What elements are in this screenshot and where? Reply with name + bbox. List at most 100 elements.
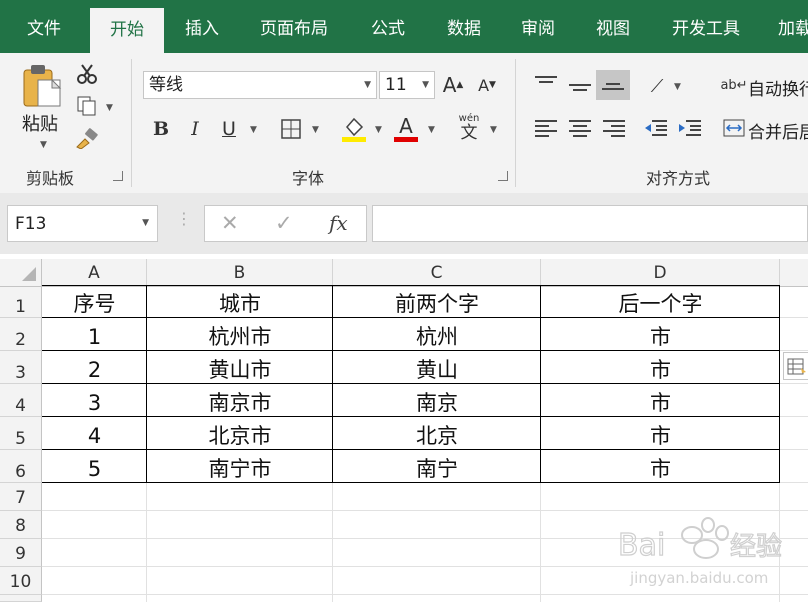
quick-analysis-icon (787, 358, 806, 375)
merge-center-icon[interactable] (722, 116, 746, 140)
group-separator (515, 59, 516, 187)
cell-d4[interactable]: 市 (541, 384, 780, 417)
clipboard-group-label: 剪贴板 (26, 169, 75, 188)
align-left-icon[interactable] (535, 117, 557, 140)
merge-center-label[interactable]: 合并后居 (748, 118, 808, 143)
cut-icon[interactable] (74, 61, 100, 87)
bottom-align-icon (602, 80, 624, 93)
wrap-text-label[interactable]: 自动换行 (748, 75, 808, 100)
align-right-icon[interactable] (603, 117, 625, 140)
font-color-icon[interactable]: A (392, 113, 420, 143)
font-launcher-icon[interactable] (498, 171, 508, 181)
cell-b1[interactable]: 城市 (147, 287, 333, 318)
font-size-combo[interactable]: 11 ▼ (379, 71, 435, 99)
borders-icon[interactable] (278, 115, 304, 143)
baidu-jingyan-watermark: Bai 经验 jingyan.baidu.com (617, 517, 783, 587)
name-box-dropdown-icon[interactable]: ▼ (142, 218, 149, 228)
paste-label[interactable]: 粘贴 (22, 110, 58, 136)
tab-view[interactable]: 视图 (583, 0, 643, 53)
formula-bar-area: F13 ▼ ⋮ ✕ ✓ fx (0, 193, 808, 254)
cell-d1[interactable]: 后一个字 (541, 287, 780, 318)
font-size-dropdown-icon[interactable]: ▼ (422, 72, 429, 98)
cancel-icon[interactable]: ✕ (221, 211, 239, 235)
formula-bar-grip-icon[interactable]: ⋮ (176, 209, 192, 228)
cell-d2[interactable]: 市 (541, 318, 780, 351)
group-separator (131, 59, 132, 187)
tab-insert[interactable]: 插入 (172, 0, 232, 53)
borders-dropdown-icon[interactable]: ▼ (312, 125, 319, 135)
name-box[interactable]: F13 ▼ (7, 205, 158, 242)
increase-indent-icon[interactable] (677, 115, 703, 141)
cell-b4[interactable]: 南京市 (147, 384, 333, 417)
ribbon: 粘贴 ▼ ▼ 剪贴板 等线 ▼ 11 ▼ A ▲ A ▼ B I U ▼ ▼ ▼ A… (0, 53, 808, 194)
tab-file[interactable]: 文件 (13, 0, 75, 53)
cell-d3[interactable]: 市 (541, 351, 780, 384)
orientation-icon[interactable]: ⟋ (644, 73, 670, 99)
quick-analysis-button[interactable] (783, 352, 808, 380)
font-name-value: 等线 (149, 75, 183, 95)
tab-home[interactable]: 开始 (90, 8, 164, 53)
tab-addins[interactable]: 加载 (770, 0, 808, 53)
insert-function-icon[interactable]: fx (329, 211, 348, 235)
svg-text:jingyan.baidu.com: jingyan.baidu.com (629, 569, 768, 587)
cell-b5[interactable]: 北京市 (147, 417, 333, 450)
font-color-dropdown-icon[interactable]: ▼ (428, 125, 435, 135)
cell-b2[interactable]: 杭州市 (147, 318, 333, 351)
bold-icon[interactable]: B (148, 115, 174, 143)
cell-a1[interactable]: 序号 (42, 287, 147, 318)
underline-dropdown-icon[interactable]: ▼ (250, 125, 257, 135)
tab-review[interactable]: 审阅 (508, 0, 568, 53)
cell-c5[interactable]: 北京 (333, 417, 541, 450)
phonetic-guide-icon[interactable]: wén 文 (455, 113, 483, 143)
wrap-text-icon[interactable]: ab↵ (720, 73, 747, 97)
bottom-align-button[interactable] (596, 70, 630, 100)
enter-icon[interactable]: ✓ (275, 211, 293, 235)
ribbon-tab-bar: 文件 开始 插入 页面布局 公式 数据 审阅 视图 开发工具 加载 (0, 0, 808, 53)
fill-color-dropdown-icon[interactable]: ▼ (375, 125, 382, 135)
cell-c6[interactable]: 南宁 (333, 450, 541, 483)
fill-color-icon[interactable] (340, 115, 368, 143)
cell-c3[interactable]: 黄山 (333, 351, 541, 384)
copy-dropdown-arrow[interactable]: ▼ (106, 103, 113, 113)
name-box-value: F13 (15, 214, 47, 234)
cell-c4[interactable]: 南京 (333, 384, 541, 417)
clipboard-launcher-icon[interactable] (113, 171, 123, 181)
tab-data[interactable]: 数据 (434, 0, 494, 53)
cell-a4[interactable]: 3 (42, 384, 147, 417)
copy-icon[interactable] (74, 93, 100, 119)
cell-a5[interactable]: 4 (42, 417, 147, 450)
cell-b3[interactable]: 黄山市 (147, 351, 333, 384)
underline-icon[interactable]: U (216, 115, 242, 143)
font-name-combo[interactable]: 等线 ▼ (143, 71, 377, 99)
svg-text:经验: 经验 (730, 532, 782, 562)
font-name-dropdown-icon[interactable]: ▼ (364, 72, 371, 98)
align-center-icon[interactable] (569, 117, 591, 140)
tab-developer[interactable]: 开发工具 (660, 0, 752, 53)
cell-c2[interactable]: 杭州 (333, 318, 541, 351)
phonetic-dropdown-icon[interactable]: ▼ (490, 125, 497, 135)
italic-icon[interactable]: I (182, 115, 208, 143)
increase-font-size-icon[interactable]: A ▲ (440, 72, 466, 98)
cell-a2[interactable]: 1 (42, 318, 147, 351)
format-painter-icon[interactable] (74, 125, 100, 151)
worksheet-grid[interactable]: A B C D 1 2 3 4 5 6 7 8 9 10 序号 城市 前两个字 … (0, 254, 808, 602)
tab-formulas[interactable]: 公式 (358, 0, 418, 53)
middle-align-icon[interactable] (569, 81, 591, 94)
top-align-icon[interactable] (535, 73, 557, 86)
formula-input[interactable] (372, 205, 808, 242)
svg-text:A: A (399, 114, 413, 138)
paste-icon[interactable] (18, 61, 66, 111)
decrease-indent-icon[interactable] (643, 115, 669, 141)
cell-b6[interactable]: 南宁市 (147, 450, 333, 483)
paste-dropdown-arrow[interactable]: ▼ (40, 140, 47, 150)
font-group-label: 字体 (292, 169, 325, 188)
cell-a6[interactable]: 5 (42, 450, 147, 483)
orientation-dropdown-icon[interactable]: ▼ (674, 82, 681, 92)
cell-a3[interactable]: 2 (42, 351, 147, 384)
decrease-font-size-icon[interactable]: A ▼ (474, 72, 500, 98)
cell-d6[interactable]: 市 (541, 450, 780, 483)
cell-d5[interactable]: 市 (541, 417, 780, 450)
tab-page-layout[interactable]: 页面布局 (246, 0, 342, 53)
formula-buttons: ✕ ✓ fx (204, 205, 367, 242)
cell-c1[interactable]: 前两个字 (333, 287, 541, 318)
